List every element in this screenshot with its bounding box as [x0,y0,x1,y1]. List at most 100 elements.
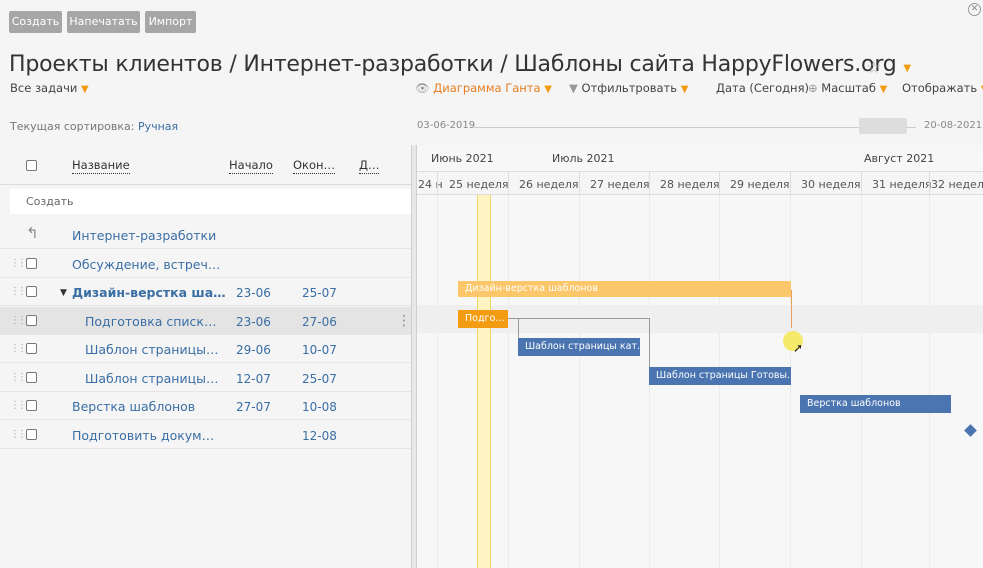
week-separator [719,172,720,196]
chevron-down-icon: ▼ [680,84,689,95]
gantt-bar-template-1[interactable]: Шаблон страницы кат… [518,338,640,356]
today-marker [477,195,491,568]
task-end: 25-07 [302,286,337,300]
month-label: Июнь 2021 [431,152,494,165]
task-name[interactable]: Обсуждение, встреч… [72,257,220,272]
drag-handle-icon[interactable]: ⋮⋮ [10,258,27,269]
grid-line [508,195,509,568]
range-slider-handle[interactable] [859,118,907,134]
zoom-icon: ⊕ [808,81,818,95]
week-label: 25 неделя [449,178,509,191]
drag-handle-icon[interactable]: ⋮⋮ [10,343,27,354]
week-header: 24 н 25 неделя 26 неделя 27 неделя 28 не… [417,171,983,196]
sorting-value[interactable]: Ручная [138,120,178,133]
breadcrumb: Проекты клиентов / Интернет-разработки /… [9,52,897,77]
task-name[interactable]: Верстка шаблонов [72,399,195,414]
dependency-link [518,318,519,338]
row-menu-icon[interactable]: ⋮ [397,313,411,329]
column-name-header[interactable]: Название [72,158,130,174]
row-checkbox[interactable] [26,400,37,411]
gantt-chart[interactable]: Июнь 2021 Июль 2021 Август 2021 24 н 25 … [417,145,983,568]
task-name[interactable]: Шаблон страницы… [85,342,218,357]
up-arrow-icon[interactable]: ↰ [26,224,39,242]
column-end-header[interactable]: Окон… [293,158,336,174]
mouse-cursor-icon: ➚ [793,341,804,355]
week-separator [929,172,930,196]
task-end: 12-08 [302,429,337,443]
import-button[interactable]: Импорт [145,11,196,33]
gantt-view-label: Диаграмма Ганта [433,81,541,95]
select-all-checkbox[interactable] [26,160,37,171]
filter-dropdown[interactable]: ▼ Отфильтровать ▼ [569,81,688,95]
display-dropdown[interactable]: Отображать ▼ [902,81,983,95]
table-row[interactable]: ⋮⋮ Подготовить докум… 12-08 [0,421,411,449]
task-name[interactable]: Интернет-разработки [72,228,216,243]
collapse-caret-icon[interactable]: ▼ [60,288,67,298]
week-label: 32 неделя [931,178,983,191]
gantt-bar-template-2[interactable]: Шаблон страницы Готовы… [649,367,791,385]
task-end: 25-07 [302,372,337,386]
table-row[interactable]: ⋮⋮ Верстка шаблонов 27-07 10-08 [0,392,411,420]
task-start: 23-06 [236,286,271,300]
task-end: 10-08 [302,400,337,414]
dependency-link [508,318,649,319]
grid-header [0,145,411,185]
drag-handle-icon[interactable]: ⋮⋮ [10,286,27,297]
drag-handle-icon[interactable]: ⋮⋮ [10,429,27,440]
gantt-bar-prep[interactable]: Подго… [458,310,508,328]
view-dropdown[interactable]: 👁 Диаграмма Ганта ▼ [415,81,552,95]
chevron-down-icon: ▼ [544,84,552,95]
task-start: 27-07 [236,400,271,414]
current-sorting: Текущая сортировка: Ручная [10,120,178,133]
gantt-bar-layout[interactable]: Верстка шаблонов [800,395,951,413]
row-checkbox[interactable] [26,315,37,326]
close-icon[interactable]: ✕ [968,3,981,16]
display-label: Отображать [902,81,978,95]
month-label: Июль 2021 [552,152,615,165]
date-today-button[interactable]: Дата (Сегодня) [716,81,809,95]
sorting-label: Текущая сортировка: [10,120,135,133]
week-separator [790,172,791,196]
task-name[interactable]: Подготовить докум… [72,428,214,443]
week-separator [649,172,650,196]
row-checkbox[interactable] [26,343,37,354]
row-checkbox[interactable] [26,258,37,269]
filter-label: Отфильтровать [581,81,678,95]
drag-handle-icon[interactable]: ⋮⋮ [10,315,27,326]
title-dropdown-icon[interactable]: ▼ [903,63,911,74]
task-name[interactable]: Дизайн-верстка ша… [72,285,226,300]
task-start: 12-07 [236,372,271,386]
row-checkbox[interactable] [26,372,37,383]
task-name[interactable]: Шаблон страницы… [85,371,218,386]
all-tasks-dropdown[interactable]: Все задачи ▼ [10,81,89,95]
drag-handle-icon[interactable]: ⋮⋮ [10,400,27,411]
week-separator [579,172,580,196]
chevron-down-icon: ▼ [81,84,89,95]
column-duration-header[interactable]: Д… [359,158,380,174]
week-separator [508,172,509,196]
task-end: 27-06 [302,315,337,329]
range-slider-track[interactable] [474,127,916,128]
drag-handle-icon[interactable]: ⋮⋮ [10,372,27,383]
scale-dropdown[interactable]: ⊕ Масштаб ▼ [808,81,887,95]
table-row[interactable]: ⋮⋮ Шаблон страницы… 29-06 10-07 [0,335,411,363]
milestone-diamond[interactable] [964,424,977,437]
week-label: 28 неделя [660,178,720,191]
task-name[interactable]: Подготовка списк… [85,314,216,329]
row-checkbox[interactable] [26,429,37,440]
favorite-star-icon[interactable]: ☆ [866,58,881,78]
table-row[interactable]: ⋮⋮ Обсуждение, встреч… [0,250,411,278]
gantt-bar-summary[interactable]: Дизайн-верстка шаблонов [458,281,791,297]
range-start-label: 03-06-2019 [417,120,476,131]
row-checkbox[interactable] [26,286,37,297]
table-row[interactable]: ⋮⋮ Шаблон страницы… 12-07 25-07 [0,364,411,392]
table-row[interactable]: ⋮⋮ Подготовка списк… 23-06 27-06 ⋮ [0,307,411,335]
week-label: 31 неделя [872,178,932,191]
table-row[interactable]: ⋮⋮ ▼ Дизайн-верстка ша… 23-06 25-07 [0,278,411,306]
create-button[interactable]: Создать [9,11,62,33]
print-button[interactable]: Напечатать [67,11,140,33]
create-task-input[interactable]: Создать [10,189,411,214]
column-start-header[interactable]: Начало [229,158,273,174]
table-row[interactable]: ↰ Интернет-разработки [0,221,411,249]
grid-line [861,195,862,568]
